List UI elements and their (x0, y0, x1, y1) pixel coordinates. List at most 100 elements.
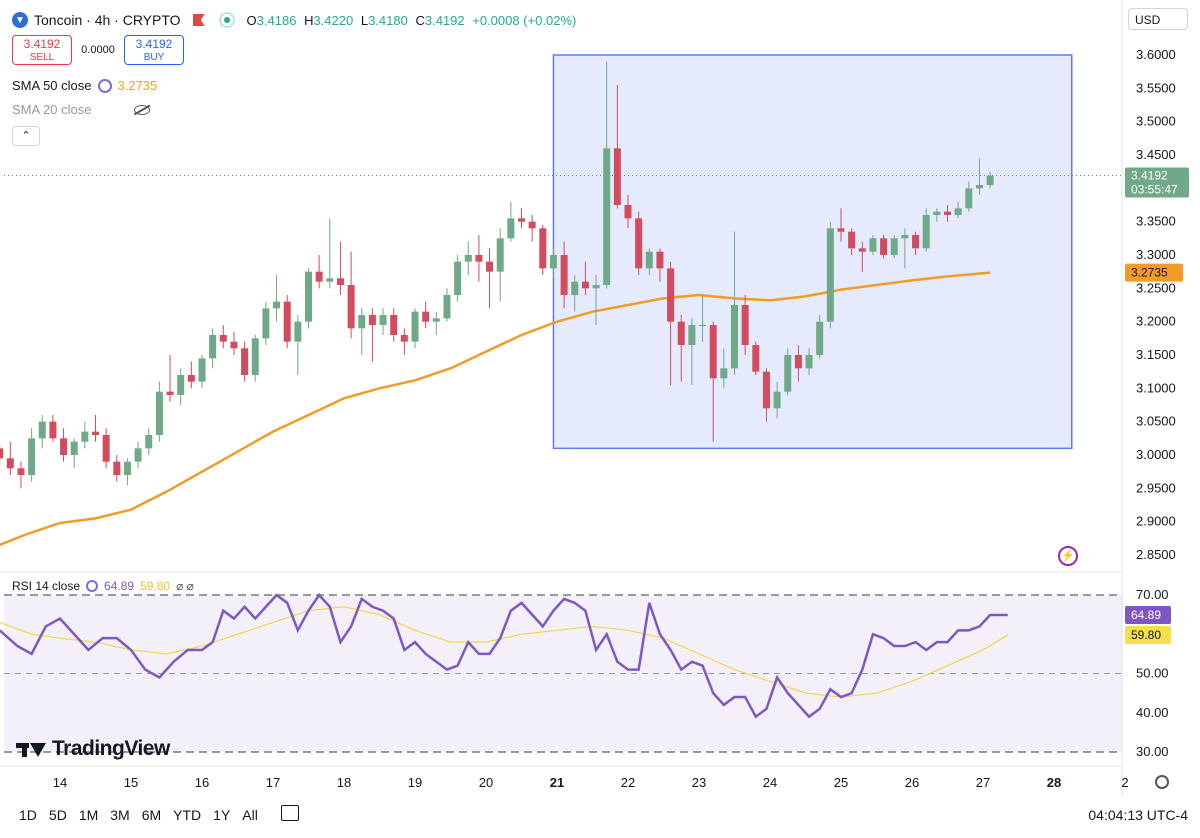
candle (6, 441, 14, 475)
currency-select[interactable]: USD (1128, 8, 1188, 30)
candle (890, 235, 898, 259)
candle (475, 235, 483, 282)
candle-body (944, 211, 951, 215)
time-axis: 14 15 16 17 18 19 20 21 22 23 24 25 26 27 28 2 (53, 775, 1129, 790)
price-tick-label: 3.1500 (1136, 347, 1176, 362)
price-chart[interactable]: 3.60003.55003.50003.45003.40003.35003.30… (0, 0, 1200, 838)
time-tick-label: 20 (479, 775, 493, 790)
range-1d[interactable]: 1D (19, 807, 37, 823)
candle-body (699, 325, 707, 326)
candle (507, 201, 515, 242)
selection-rectangle (552, 54, 1073, 450)
spread-value: 0.0000 (81, 44, 115, 56)
candle-body (326, 278, 334, 282)
market-status-icon[interactable] (218, 12, 235, 28)
range-5d[interactable]: 5D (49, 807, 67, 823)
range-all[interactable]: All (242, 807, 258, 823)
price-tick-label: 3.3000 (1136, 247, 1176, 262)
gear-icon[interactable] (1155, 775, 1169, 789)
price-tick-label: 2.9500 (1136, 480, 1176, 495)
candle-body (656, 251, 664, 269)
hidden-eye-icon[interactable] (133, 104, 150, 115)
candle-body (794, 355, 802, 369)
candle-body (645, 251, 653, 269)
rsi-tick-label: 70.00 (1136, 587, 1169, 602)
candle-body (549, 255, 557, 269)
candle-body (113, 461, 121, 475)
bottom-toolbar: 1D 5D 1M 3M 6M YTD 1Y All 04:04:13 UTC-4 (0, 796, 1200, 836)
candle-body (858, 248, 866, 252)
candle (784, 348, 792, 395)
last-price-label: 3.419203:55:47 (1125, 167, 1189, 198)
candle (38, 415, 46, 449)
candle (28, 428, 36, 482)
candle (81, 421, 89, 449)
range-1m[interactable]: 1M (79, 807, 98, 823)
candle-body (762, 371, 770, 409)
candle (0, 445, 4, 465)
price-tick-label: 3.2500 (1136, 280, 1176, 295)
rsi-value-label: 64.89 (1125, 606, 1171, 625)
time-tick-label: 22 (621, 775, 635, 790)
candle (400, 328, 408, 355)
price-tick-label: 3.1000 (1136, 380, 1176, 395)
candle (880, 235, 888, 259)
candle-body (219, 335, 227, 342)
candle (294, 315, 302, 375)
candle-body (400, 335, 408, 342)
price-tick-label: 3.4500 (1136, 147, 1176, 162)
candle-body (688, 325, 696, 345)
candle (443, 288, 451, 322)
clock[interactable]: 04:04:13 UTC-4 (1088, 807, 1188, 823)
time-tick-label: 18 (337, 775, 351, 790)
price-tick-label: 3.2000 (1136, 314, 1176, 329)
time-tick-label: 26 (905, 775, 919, 790)
rsi-tick-label: 30.00 (1136, 744, 1169, 759)
indicator-sma20[interactable]: SMA 20 close (12, 102, 150, 117)
candle-body (486, 261, 494, 272)
candle (315, 255, 323, 289)
candle (635, 211, 643, 275)
indicator-sma50[interactable]: SMA 50 close 3.2735 (12, 78, 157, 93)
price-axis: 3.60003.55003.50003.45003.40003.35003.30… (1125, 47, 1189, 562)
cycle-icon[interactable] (97, 78, 112, 93)
range-6m[interactable]: 6M (142, 807, 161, 823)
candle-body (560, 255, 568, 295)
candle-body (166, 391, 174, 395)
candle-body (667, 268, 675, 322)
rsi-sma-text: 59.80 (1131, 628, 1161, 642)
candle-body (816, 321, 824, 355)
time-tick-label: 27 (976, 775, 990, 790)
price-tick-label: 2.8500 (1136, 547, 1176, 562)
candle (368, 308, 376, 362)
candle-body (784, 355, 792, 392)
toncoin-logo-icon: ▼ (12, 12, 28, 28)
candle-body (17, 468, 25, 475)
range-ytd[interactable]: YTD (173, 807, 201, 823)
last-price-value: 3.4192 (1131, 169, 1168, 183)
candle (305, 268, 312, 329)
calendar-icon[interactable] (281, 805, 299, 821)
candle (422, 301, 430, 329)
sell-button[interactable]: 3.4192 SELL (12, 35, 72, 65)
countdown-value: 03:55:47 (1131, 183, 1178, 197)
candle-body (933, 211, 941, 215)
range-3m[interactable]: 3M (110, 807, 129, 823)
range-1y[interactable]: 1Y (213, 807, 230, 823)
candle (336, 241, 344, 295)
candle-body (901, 235, 909, 239)
flag-icon[interactable] (192, 14, 205, 26)
rsi-legend[interactable]: RSI 14 close 64.89 59.80 ⌀ ⌀ (12, 579, 194, 593)
candle (92, 415, 99, 442)
lightning-icon[interactable]: ⚡ (1058, 546, 1078, 566)
candle-body (6, 458, 14, 469)
candle (347, 251, 355, 339)
candle-body (975, 185, 983, 189)
cycle-icon[interactable] (86, 580, 99, 592)
price-tick-label: 2.9000 (1136, 514, 1176, 529)
collapse-legend-button[interactable]: ⌃ (12, 126, 40, 146)
buy-button[interactable]: 3.4192 BUY (124, 35, 184, 65)
candle (166, 355, 174, 402)
symbol-title[interactable]: Toncoin · 4h · CRYPTO (34, 12, 181, 28)
candle-body (262, 308, 270, 339)
